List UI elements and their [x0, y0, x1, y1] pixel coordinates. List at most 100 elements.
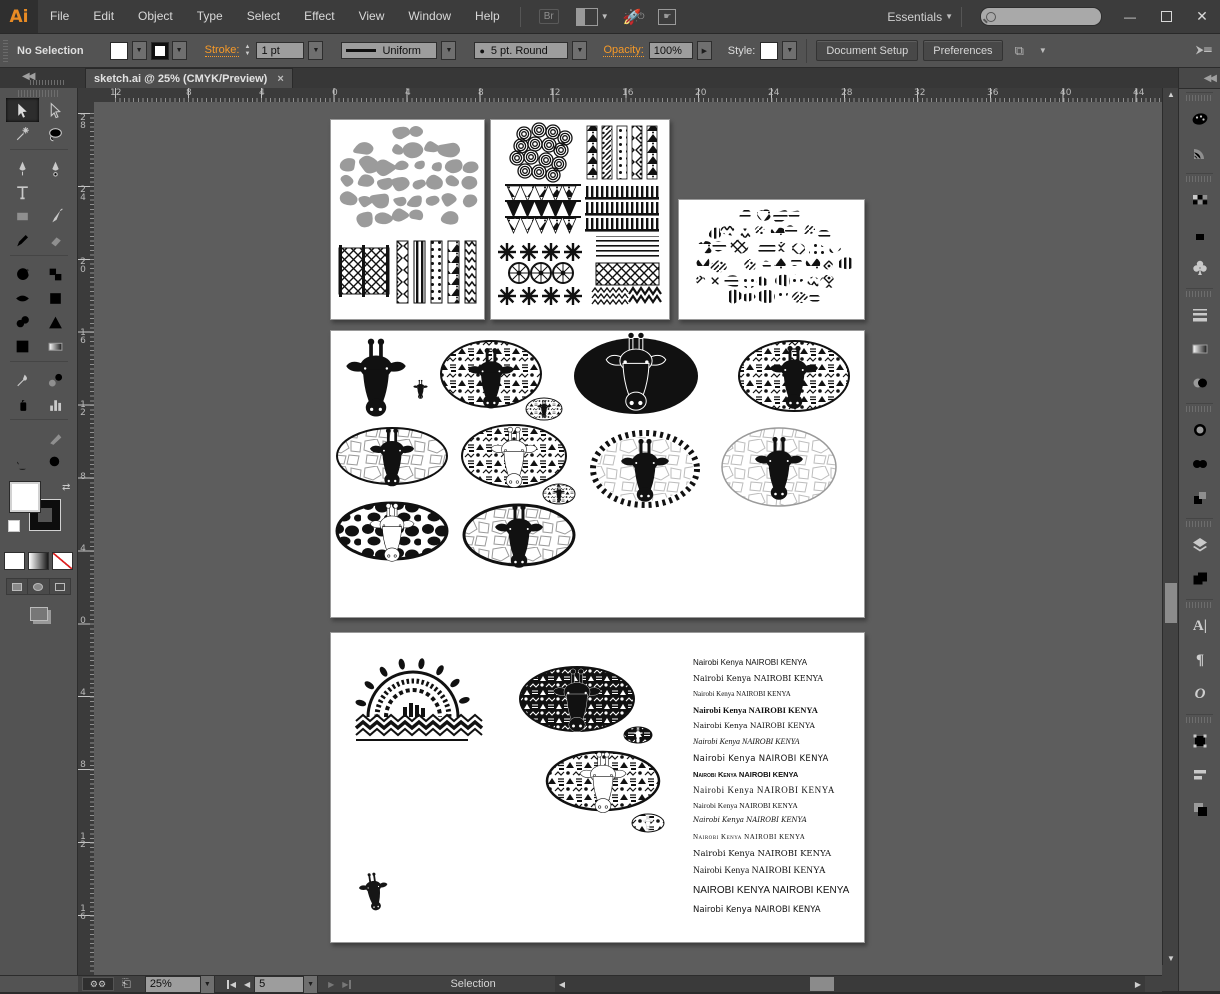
artboard-tool[interactable] — [6, 426, 39, 450]
last-artboard-icon[interactable]: ▶ — [342, 980, 351, 989]
magic-wand-tool[interactable] — [6, 122, 39, 146]
workspace-switcher[interactable]: Essentials▼ — [887, 10, 953, 24]
close-button[interactable]: ✕ — [1184, 6, 1220, 28]
panel-stroke[interactable] — [1179, 298, 1220, 332]
scroll-down-icon[interactable]: ▼ — [1163, 954, 1179, 963]
mesh-tool[interactable] — [6, 334, 39, 358]
panel-swatches[interactable] — [1179, 183, 1220, 217]
free-transform-tool[interactable] — [39, 286, 72, 310]
opacity-panel-link[interactable]: Opacity: — [603, 44, 643, 57]
app-logo[interactable]: Ai — [0, 0, 38, 33]
artboard-2[interactable] — [490, 119, 670, 320]
paintbrush-tool[interactable] — [39, 204, 72, 228]
artboard-number-field[interactable]: 5 — [254, 976, 304, 993]
fill-color-well[interactable] — [10, 482, 40, 512]
column-graph-tool[interactable] — [39, 392, 72, 416]
menu-type[interactable]: Type — [185, 0, 235, 33]
panel-opentype[interactable]: O — [1179, 677, 1220, 711]
selection-tool[interactable] — [6, 98, 39, 122]
draw-normal-mode[interactable] — [7, 579, 28, 594]
preferences-button[interactable]: Preferences — [923, 40, 1002, 61]
width-profile-dropdown[interactable]: ▼ — [441, 41, 456, 60]
gradient-button[interactable] — [28, 552, 49, 570]
panel-grip[interactable] — [1186, 288, 1213, 297]
shape-builder-tool[interactable] — [6, 310, 39, 334]
panel-artboards[interactable] — [1179, 562, 1220, 596]
opacity-dropdown[interactable]: ▶ — [697, 41, 712, 60]
tab-close-icon[interactable]: × — [277, 73, 283, 85]
scroll-left-icon[interactable]: ◀ — [557, 980, 567, 989]
panel-grip[interactable] — [3, 40, 8, 62]
stroke-swatch[interactable] — [152, 43, 168, 59]
panel-grip[interactable] — [1186, 518, 1213, 527]
scroll-up-icon[interactable]: ▲ — [1163, 90, 1179, 99]
vertical-scroll-thumb[interactable] — [1165, 583, 1177, 623]
hand-tool[interactable] — [6, 450, 39, 474]
panel-grip[interactable] — [18, 90, 59, 97]
fill-swatch[interactable] — [110, 42, 128, 60]
scroll-right-icon[interactable]: ▶ — [1133, 980, 1143, 989]
symbol-sprayer-tool[interactable] — [6, 392, 39, 416]
panel-paragraph[interactable]: ¶ — [1179, 643, 1220, 677]
gradient-tool[interactable] — [39, 334, 72, 358]
perspective-grid-tool[interactable] — [39, 310, 72, 334]
vertical-scrollbar[interactable]: ▲ ▼ — [1162, 88, 1179, 965]
panel-brushes[interactable] — [1179, 217, 1220, 251]
eyedropper-tool[interactable] — [6, 368, 39, 392]
menu-object[interactable]: Object — [126, 0, 185, 33]
search-input[interactable] — [980, 7, 1102, 26]
menu-view[interactable]: View — [347, 0, 397, 33]
toolbar-grip[interactable] — [30, 80, 66, 85]
maximize-button[interactable] — [1148, 6, 1184, 28]
stroke-weight-dropdown[interactable]: ▼ — [308, 41, 323, 60]
panel-grip[interactable] — [1186, 714, 1213, 723]
zoom-tool[interactable] — [39, 450, 72, 474]
curvature-tool[interactable] — [39, 156, 72, 180]
panel-character[interactable]: A| — [1179, 609, 1220, 643]
blend-tool[interactable] — [39, 368, 72, 392]
opacity-field[interactable]: 100% — [649, 42, 693, 59]
width-tool[interactable] — [6, 286, 39, 310]
workflow-icon[interactable]: ⚙⚙ — [82, 977, 114, 991]
document-setup-button[interactable]: Document Setup — [816, 40, 918, 61]
ruler-corner[interactable] — [78, 88, 95, 103]
vertical-ruler[interactable]: 28 24 20 16 12 8 4 0 4 8 12 16 — [78, 102, 95, 976]
style-dropdown[interactable]: ▼ — [782, 41, 797, 60]
screen-mode-button[interactable] — [0, 607, 77, 621]
panel-gradient[interactable] — [1179, 332, 1220, 366]
gpu-performance-icon[interactable]: 🚀⏻ — [623, 8, 645, 26]
rotate-tool[interactable] — [6, 262, 39, 286]
panel-cc-libraries[interactable] — [1179, 447, 1220, 481]
default-fill-stroke-icon[interactable] — [8, 520, 20, 532]
panel-appearance[interactable] — [1179, 413, 1220, 447]
pen-tool[interactable] — [6, 156, 39, 180]
swap-fill-stroke-icon[interactable]: ⇄ — [62, 482, 70, 493]
brush-select[interactable]: ●5 pt. Round — [474, 42, 568, 59]
minimize-button[interactable]: — — [1112, 6, 1148, 28]
direct-selection-tool[interactable] — [39, 98, 72, 122]
panel-grip[interactable] — [1186, 403, 1213, 412]
horizontal-scroll-thumb[interactable] — [810, 977, 834, 991]
pencil-tool[interactable] — [6, 228, 39, 252]
panel-align[interactable] — [1179, 758, 1220, 792]
horizontal-scrollbar[interactable]: ◀ ▶ — [555, 976, 1145, 992]
panel-color-guide[interactable] — [1179, 136, 1220, 170]
artboard-1[interactable] — [330, 119, 485, 320]
rectangle-tool[interactable] — [6, 204, 39, 228]
artboard-3[interactable] — [678, 199, 865, 320]
panel-transparency[interactable] — [1179, 366, 1220, 400]
brush-dropdown[interactable]: ▼ — [572, 41, 587, 60]
export-icon[interactable]: ⎗ — [122, 978, 131, 991]
menu-edit[interactable]: Edit — [81, 0, 126, 33]
panel-links[interactable] — [1179, 481, 1220, 515]
slice-tool[interactable] — [39, 426, 72, 450]
line-segment-tool[interactable] — [39, 180, 72, 204]
next-artboard-icon[interactable]: ▶ — [328, 980, 334, 989]
artboard-4[interactable] — [330, 330, 865, 618]
color-button[interactable] — [4, 552, 25, 570]
none-button[interactable] — [52, 552, 73, 570]
panel-color[interactable] — [1179, 102, 1220, 136]
touch-workspace-icon[interactable]: ☛ — [658, 9, 676, 25]
panel-grip[interactable] — [1186, 92, 1213, 101]
previous-artboard-icon[interactable]: ◀ — [244, 980, 250, 989]
